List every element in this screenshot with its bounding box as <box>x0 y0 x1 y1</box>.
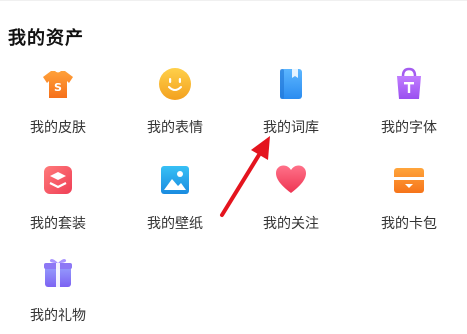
asset-item-label: 我的皮肤 <box>30 120 86 136</box>
heart-icon <box>273 162 309 198</box>
asset-item-font[interactable]: 我的字体 <box>351 66 467 146</box>
asset-item-follow[interactable]: 我的关注 <box>233 162 349 242</box>
svg-text:S: S <box>54 81 62 94</box>
book-icon <box>273 66 309 102</box>
asset-item-label: 我的套装 <box>30 216 86 232</box>
asset-item-card-wallet[interactable]: 我的卡包 <box>351 162 467 242</box>
top-divider <box>0 0 467 1</box>
asset-item-label: 我的关注 <box>263 216 319 232</box>
tshirt-icon: S <box>40 66 76 102</box>
asset-item-label: 我的壁纸 <box>147 216 203 232</box>
shopping-bag-icon <box>391 66 427 102</box>
image-icon <box>157 162 193 198</box>
asset-item-label: 我的卡包 <box>381 216 437 232</box>
gift-icon <box>40 254 76 290</box>
asset-item-label: 我的表情 <box>147 120 203 136</box>
asset-item-label: 我的礼物 <box>30 308 86 324</box>
layers-icon <box>40 162 76 198</box>
section-title: 我的资产 <box>8 28 84 49</box>
asset-item-gift[interactable]: 我的礼物 <box>0 254 116 334</box>
smiley-icon <box>157 66 193 102</box>
wallet-icon <box>391 162 427 198</box>
asset-item-lexicon[interactable]: 我的词库 <box>233 66 349 146</box>
asset-item-emoji[interactable]: 我的表情 <box>117 66 233 146</box>
asset-item-label: 我的词库 <box>263 120 319 136</box>
asset-item-label: 我的字体 <box>381 120 437 136</box>
asset-item-suit[interactable]: 我的套装 <box>0 162 116 242</box>
asset-item-skin[interactable]: S 我的皮肤 <box>0 66 116 146</box>
asset-item-wallpaper[interactable]: 我的壁纸 <box>117 162 233 242</box>
